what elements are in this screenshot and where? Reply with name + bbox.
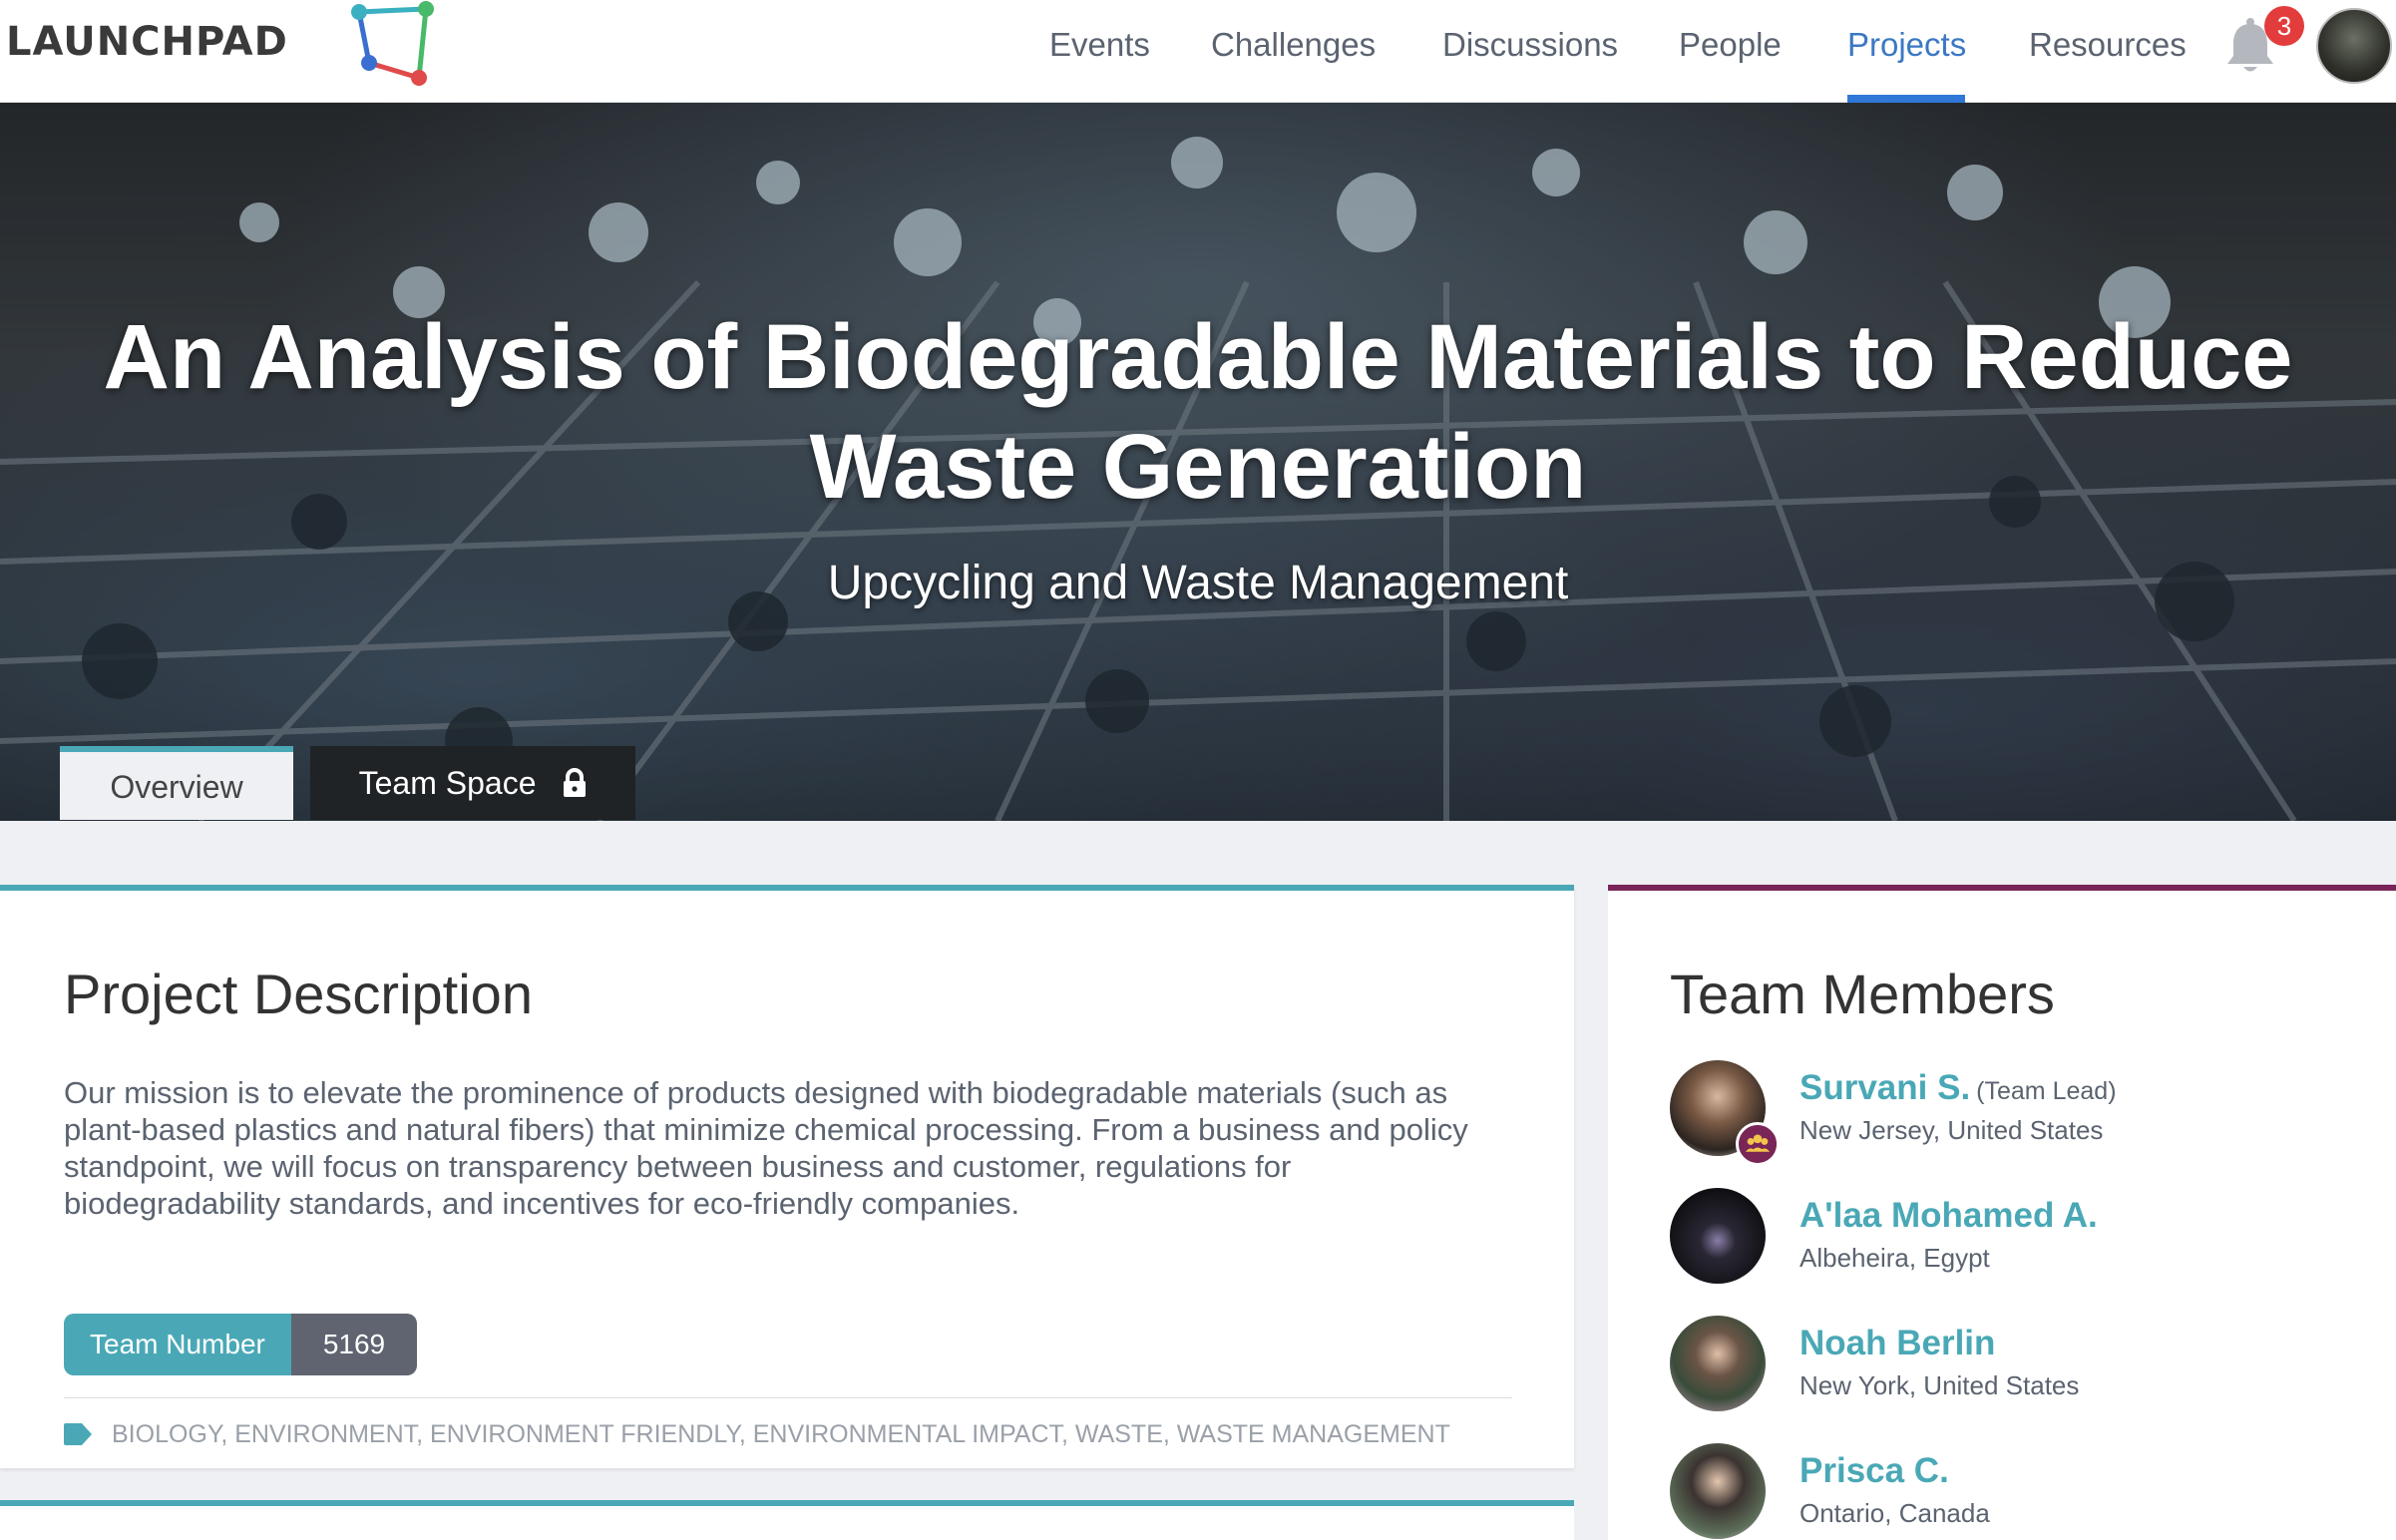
member-location: Ontario, Canada (1799, 1498, 1990, 1528)
nav-projects[interactable]: Projects (1847, 22, 1966, 68)
brand-wordmark[interactable]: LAUNCHPAD (6, 16, 288, 68)
nav-resources[interactable]: Resources (2029, 22, 2187, 68)
tag-icon (64, 1423, 92, 1445)
nav-challenges[interactable]: Challenges (1211, 22, 1376, 68)
member-name: A'laa Mohamed A. (1799, 1196, 2098, 1235)
project-description-card: Project Description Our mission is to el… (0, 885, 1574, 1468)
project-description-text: Our mission is to elevate the prominence… (64, 1075, 1468, 1221)
project-title: An Analysis of Biodegradable Materials t… (103, 306, 2293, 518)
member-name: Noah Berlin (1799, 1324, 1996, 1362)
nav-people[interactable]: People (1679, 22, 1782, 68)
top-navigation-bar: LAUNCHPAD Events Challenges Discussions … (0, 0, 2396, 103)
logo-mark-icon[interactable] (343, 0, 443, 95)
next-section-card (0, 1500, 1574, 1540)
member-name-link[interactable]: Noah Berlin (1799, 1322, 1995, 1365)
project-tags-text[interactable]: BIOLOGY, ENVIRONMENT, ENVIRONMENT FRIEND… (112, 1417, 1450, 1451)
project-tags: BIOLOGY, ENVIRONMENT, ENVIRONMENT FRIEND… (64, 1417, 1450, 1451)
team-number-value: 5169 (290, 1314, 418, 1375)
team-number-badge: Team Number 5169 (64, 1314, 418, 1375)
member-location: Albeheira, Egypt (1799, 1243, 1990, 1273)
lock-icon (564, 767, 587, 797)
member-name: Survani S. (1799, 1068, 1971, 1107)
member-name: Prisca C. (1799, 1451, 1949, 1490)
avatar[interactable] (1670, 1316, 1766, 1411)
team-member: Noah Berlin New York, United States (1670, 1316, 2368, 1415)
avatar[interactable] (1670, 1443, 1766, 1539)
tab-team-space[interactable]: Team Space (310, 746, 635, 820)
team-member: Survani S. (Team Lead) New Jersey, United… (1670, 1060, 2368, 1166)
team-number-label: Team Number (64, 1314, 291, 1375)
team-members-card: Team Members Survani S. (Team Lead) New J… (1608, 885, 2396, 1540)
member-name-link[interactable]: Survani S. (Team Lead) (1799, 1066, 2117, 1113)
user-avatar[interactable] (2316, 8, 2392, 84)
nav-discussions[interactable]: Discussions (1442, 22, 1618, 68)
tags-divider (64, 1397, 1512, 1398)
project-challenge-subtitle[interactable]: Upcycling and Waste Management (0, 554, 2396, 613)
member-role: (Team Lead) (1976, 1077, 2117, 1105)
member-location: New York, United States (1799, 1370, 2080, 1400)
team-member: Prisca C. Ontario, Canada (1670, 1443, 2368, 1540)
team-members-heading: Team Members (1670, 962, 2055, 1025)
member-name-link[interactable]: A'laa Mohamed A. (1799, 1194, 2098, 1238)
tab-team-space-label: Team Space (358, 765, 537, 801)
avatar[interactable] (1670, 1188, 1766, 1284)
project-hero: An Analysis of Biodegradable Materials t… (0, 103, 2396, 821)
team-member: A'laa Mohamed A. Albeheira, Egypt (1670, 1188, 2368, 1288)
nav-active-indicator (1847, 95, 1965, 103)
notification-count-badge[interactable]: 3 (2264, 6, 2304, 46)
project-description-heading: Project Description (64, 962, 533, 1025)
member-location: New Jersey, United States (1799, 1115, 2104, 1145)
tab-overview[interactable]: Overview (60, 746, 293, 820)
member-name-link[interactable]: Prisca C. (1799, 1449, 1949, 1493)
team-lead-icon (1736, 1122, 1780, 1166)
nav-events[interactable]: Events (1049, 22, 1150, 68)
